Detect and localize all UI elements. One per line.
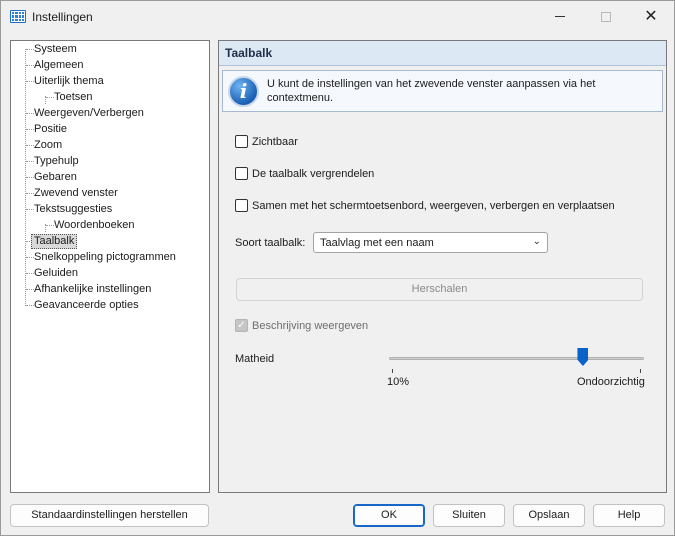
checkbox-box[interactable] [235,199,248,212]
tree-item-typehulp[interactable]: Typehulp [32,154,81,169]
checkbox-label: Beschrijving weergeven [252,319,369,332]
checkbox-label: Samen met het schermtoetsenbord, weergev… [252,199,615,212]
checkbox-label: De taalbalk vergrendelen [252,167,375,180]
tree-item-tekstsuggesties[interactable]: Tekstsuggesties [32,202,114,217]
with-keyboard-checkbox[interactable]: Samen met het schermtoetsenbord, weergev… [235,199,615,212]
type-select-value: Taalvlag met een naam [320,237,434,249]
window-title: Instellingen [32,10,93,24]
tree-item-afhankelijke-instellingen[interactable]: Afhankelijke instellingen [32,282,153,297]
tree-item-geluiden[interactable]: Geluiden [32,266,80,281]
maximize-button[interactable] [583,1,629,32]
close-dialog-button[interactable]: Sluiten [433,504,505,527]
opacity-slider-thumb[interactable] [577,348,589,366]
slider-tick [392,369,393,373]
tree-item-algemeen[interactable]: Algemeen [32,58,86,73]
chevron-down-icon: ⌄ [532,236,541,247]
tree-item-geavanceerde-opties[interactable]: Geavanceerde opties [32,298,141,313]
info-box: i U kunt de instellingen van het zwevend… [222,70,663,112]
tree-item-snelkoppeling-pictogrammen[interactable]: Snelkoppeling pictogrammen [32,250,178,265]
tree-item-systeem[interactable]: Systeem [32,42,79,57]
type-select[interactable]: Taalvlag met een naam ⌄ [313,232,548,253]
checkbox-box[interactable]: ✓ [235,319,248,332]
ok-button[interactable]: OK [353,504,425,527]
show-description-checkbox[interactable]: ✓ Beschrijving weergeven [235,319,368,332]
panel-header: Taalbalk [219,41,666,66]
title-bar[interactable]: Instellingen ✕ [1,1,674,33]
maximize-icon [601,11,611,22]
rescale-button[interactable]: Herschalen [236,278,643,301]
save-button[interactable]: Opslaan [513,504,585,527]
type-label: Soort taalbalk: [235,237,306,249]
settings-panel: Taalbalk i U kunt de instellingen van he… [218,40,667,493]
tree-item-uiterlijk-thema[interactable]: Uiterlijk thema [32,74,106,89]
settings-tree[interactable]: Systeem Algemeen Uiterlijk thema Toetsen… [10,40,210,493]
tree-item-positie[interactable]: Positie [32,122,69,137]
restore-defaults-button[interactable]: Standaardinstellingen herstellen [10,504,209,527]
tree-item-zwevend-venster[interactable]: Zwevend venster [32,186,120,201]
checkbox-box[interactable] [235,167,248,180]
opacity-slider-track[interactable] [389,357,644,360]
opacity-min-label: 10% [387,376,410,388]
close-button[interactable]: ✕ [628,1,674,32]
keyboard-icon [10,10,26,23]
tree-item-toetsen[interactable]: Toetsen [52,90,95,105]
checkbox-box[interactable] [235,135,248,148]
help-button[interactable]: Help [593,504,665,527]
tree-item-zoom[interactable]: Zoom [32,138,64,153]
tree-item-weergeven-verbergen[interactable]: Weergeven/Verbergen [32,106,146,121]
tree-item-taalbalk[interactable]: Taalbalk [31,234,78,249]
checkbox-label: Zichtbaar [252,135,298,148]
close-icon: ✕ [644,7,658,25]
info-icon: i [228,76,259,107]
lock-checkbox[interactable]: De taalbalk vergrendelen [235,167,374,180]
tree-item-gebaren[interactable]: Gebaren [32,170,79,185]
settings-window: Instellingen ✕ Systeem Algemeen Uiterlij… [0,0,675,536]
opacity-max-label: Ondoorzichtig [577,376,645,388]
panel-title: Taalbalk [225,46,273,60]
tree-item-woordenboeken[interactable]: Woordenboeken [52,218,137,233]
minimize-button[interactable] [537,1,583,32]
info-text: U kunt de instellingen van het zwevende … [267,78,596,104]
slider-tick [640,369,641,373]
opacity-label: Matheid [235,353,275,365]
visible-checkbox[interactable]: Zichtbaar [235,135,298,148]
minimize-icon [555,16,565,17]
